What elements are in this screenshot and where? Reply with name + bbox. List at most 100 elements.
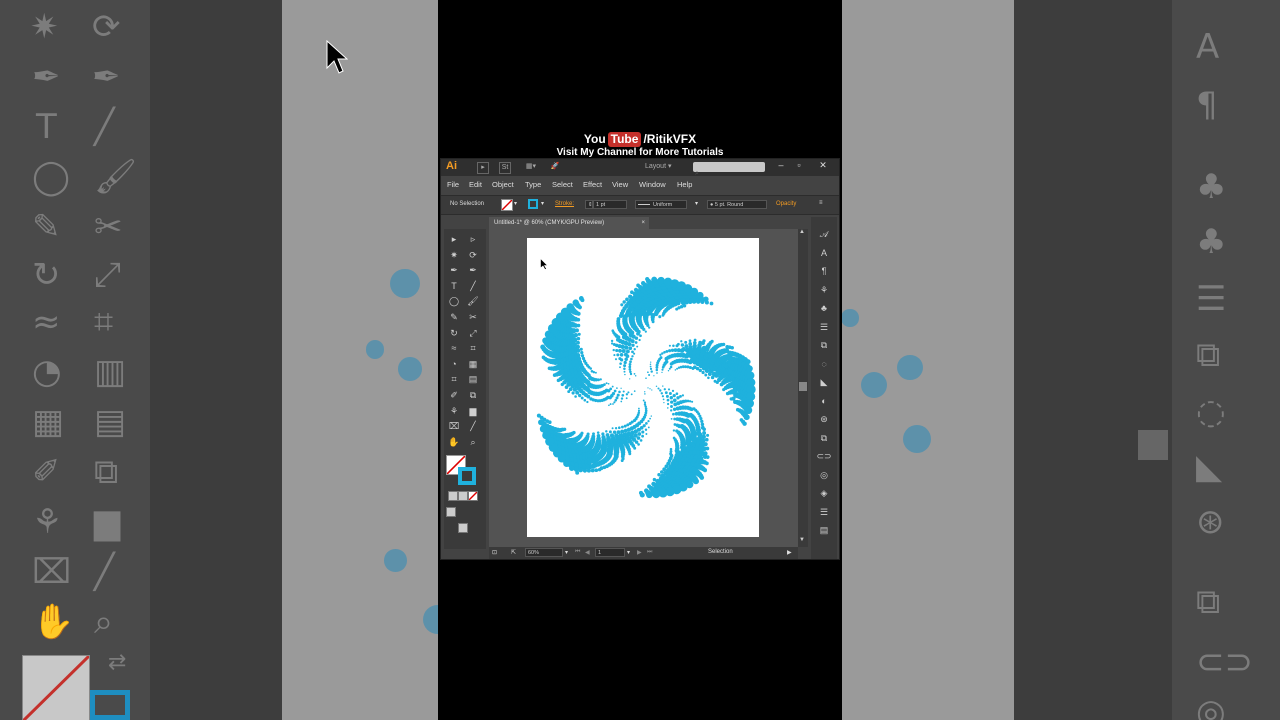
opacity-label[interactable]: Opacity [776, 201, 796, 207]
slice-tool-icon[interactable]: ╱ [465, 420, 481, 433]
artboards-icon[interactable]: ☰ [816, 505, 832, 519]
first-artboard-icon[interactable]: ⏮ [575, 549, 580, 556]
last-artboard-icon[interactable]: ⏭ [647, 549, 652, 556]
share-icon[interactable]: ⇱ [511, 549, 516, 556]
warp-tool-icon[interactable]: ≈ [446, 342, 462, 355]
status-menu-icon[interactable]: ▶ [787, 549, 792, 556]
character-icon[interactable]: A [816, 246, 832, 260]
none-mode-icon[interactable] [468, 491, 478, 501]
scroll-down-icon[interactable]: ▼ [799, 537, 805, 543]
pen-tool-icon[interactable]: ✒ [446, 264, 462, 277]
stroke-swatch[interactable] [458, 467, 476, 485]
search-input[interactable]: ⌕ [693, 162, 765, 177]
appearance-icon[interactable]: ◌ [816, 357, 832, 371]
stroke-stepper[interactable]: ⇕ [585, 200, 593, 209]
close-tab-icon[interactable]: × [641, 217, 645, 229]
paragraph-icon[interactable]: ¶ [816, 264, 832, 278]
align-icon[interactable]: ☰ [816, 320, 832, 334]
artboard-number-field[interactable]: 1 [595, 548, 625, 557]
gpu-performance-icon[interactable]: 🚀 [549, 162, 561, 172]
artboard-dropdown-icon[interactable]: ▾ [627, 549, 630, 556]
menu-effect[interactable]: Effect [583, 180, 602, 189]
next-artboard-icon[interactable]: ▶ [637, 549, 642, 556]
artboard-navigator-icon[interactable]: ⊡ [492, 549, 497, 556]
menu-object[interactable]: Object [492, 180, 514, 189]
scroll-thumb[interactable] [799, 382, 807, 391]
menu-help[interactable]: Help [677, 180, 692, 189]
pencil-icon[interactable]: ✎ [446, 311, 462, 324]
stroke-color-swatch[interactable] [528, 199, 538, 209]
variable-width-profile[interactable]: Uniform [635, 200, 687, 209]
transform-icon[interactable]: ⊛ [816, 412, 832, 426]
menu-edit[interactable]: Edit [469, 180, 482, 189]
perspective-grid-icon[interactable]: ▦ [465, 358, 481, 371]
blend-tool-icon[interactable]: ⧉ [465, 389, 481, 402]
vertical-scrollbar[interactable]: ▲ ▼ [798, 229, 808, 547]
gradient-tool-icon[interactable]: ▤ [465, 373, 481, 386]
menu-select[interactable]: Select [552, 180, 573, 189]
spiral-dot-artwork[interactable] [527, 238, 759, 537]
arrange-documents-icon[interactable]: ▦▾ [523, 162, 539, 172]
transparency-icon[interactable]: ◐ [816, 394, 832, 408]
menu-view[interactable]: View [612, 180, 628, 189]
line-tool-icon[interactable]: ╱ [465, 280, 481, 293]
scissors-icon[interactable]: ✂ [465, 311, 481, 324]
workspace-switcher[interactable]: Layout ▾ [645, 162, 672, 170]
stroke-dropdown-icon[interactable]: ▾ [541, 200, 544, 207]
menu-type[interactable]: Type [525, 180, 541, 189]
artboard-tool-icon[interactable]: ⌧ [446, 420, 462, 433]
screen-mode-icon[interactable] [458, 523, 468, 533]
gradient-mode-icon[interactable] [458, 491, 468, 501]
type-tool-icon[interactable]: T [446, 280, 462, 293]
scroll-up-icon[interactable]: ▲ [799, 229, 805, 235]
links-icon[interactable]: ⧉ [816, 431, 832, 445]
mesh-tool-icon[interactable]: ⌗ [446, 373, 462, 386]
bridge-button[interactable]: ▸ [477, 162, 489, 174]
rotate-tool-icon[interactable]: ↻ [446, 327, 462, 340]
zoom-field[interactable]: 60% [525, 548, 563, 557]
brushes-icon[interactable]: ♣ [816, 301, 832, 315]
stroke-label[interactable]: Stroke: [555, 201, 574, 207]
stroke-weight-field[interactable]: 1 pt [593, 200, 627, 209]
pathfinder-icon[interactable]: ⧉ [816, 338, 832, 352]
color-mode-icon[interactable] [448, 491, 458, 501]
direct-selection-tool-icon[interactable]: ▹ [465, 233, 481, 246]
menu-file[interactable]: File [447, 180, 459, 189]
paintbrush-icon[interactable]: 🖌 [465, 295, 481, 308]
prev-artboard-icon[interactable]: ◀ [585, 549, 590, 556]
scale-tool-icon[interactable]: ⤢ [465, 327, 481, 340]
document-tab[interactable]: Untitled-1* @ 60% (CMYK/GPU Preview) × [489, 217, 649, 229]
asset-export-icon[interactable]: ▤ [816, 523, 832, 537]
profile-dropdown-icon[interactable]: ▾ [695, 200, 698, 207]
zoom-dropdown-icon[interactable]: ▾ [565, 549, 568, 556]
shape-builder-icon[interactable]: ◔ [446, 358, 462, 371]
fill-color-swatch[interactable] [501, 199, 513, 211]
artboard[interactable] [527, 238, 759, 537]
lasso-icon[interactable]: ⟳ [465, 249, 481, 262]
ellipse-tool-icon[interactable]: ◯ [446, 295, 462, 308]
maximize-button[interactable]: ▫ [791, 159, 807, 171]
symbol-sprayer-icon[interactable]: ⚘ [446, 405, 462, 418]
graph-tool-icon[interactable]: ▆ [465, 405, 481, 418]
character-styles-icon[interactable]: 𝒜 [816, 227, 832, 241]
color-guide-icon[interactable]: ⊂⊃ [816, 449, 832, 463]
stock-button[interactable]: St [499, 162, 511, 174]
gradient-icon[interactable]: ◣ [816, 375, 832, 389]
free-transform-icon[interactable]: ⌗ [465, 342, 481, 355]
hand-tool-icon[interactable]: ✋ [446, 436, 462, 449]
brush-definition[interactable]: ● 5 pt. Round [707, 200, 767, 209]
symbols-icon[interactable]: ⚘ [816, 283, 832, 297]
eyedropper-icon[interactable]: ✐ [446, 389, 462, 402]
fill-dropdown-icon[interactable]: ▾ [514, 200, 517, 207]
selection-tool-icon[interactable]: ▸ [446, 233, 462, 246]
properties-icon[interactable]: ◈ [816, 486, 832, 500]
minimize-button[interactable]: – [773, 159, 789, 171]
draw-normal-icon[interactable] [446, 507, 456, 517]
canvas-area[interactable] [489, 229, 798, 547]
magic-wand-icon[interactable]: ✷ [446, 249, 462, 262]
layers-icon[interactable]: ◎ [816, 468, 832, 482]
control-bar-menu-icon[interactable]: ≡ [819, 200, 823, 206]
menu-window[interactable]: Window [639, 180, 666, 189]
zoom-tool-icon[interactable]: ⌕ [465, 436, 481, 449]
curvature-tool-icon[interactable]: ✒ [465, 264, 481, 277]
